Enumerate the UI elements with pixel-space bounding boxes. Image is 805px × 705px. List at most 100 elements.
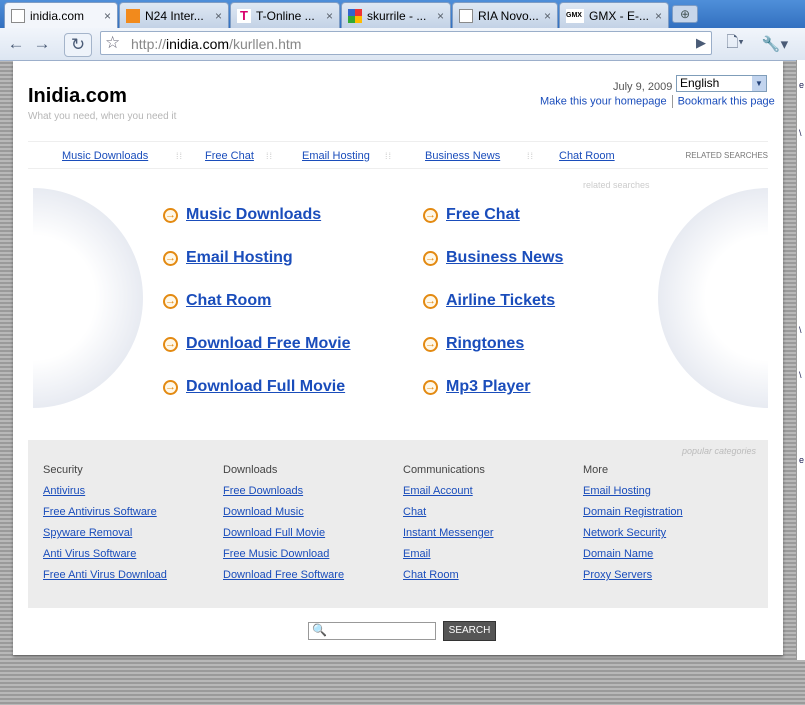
related-link[interactable]: Music Downloads bbox=[62, 150, 148, 162]
tab-skurrile[interactable]: skurrile - ... × bbox=[341, 2, 451, 28]
related-search-item[interactable]: → Ringtones bbox=[423, 335, 524, 353]
related-search-link[interactable]: Ringtones bbox=[446, 335, 524, 353]
category-link[interactable]: Download Full Movie bbox=[223, 527, 344, 539]
related-search-link[interactable]: Mp3 Player bbox=[446, 378, 530, 396]
url-host: inidia.com bbox=[166, 36, 230, 52]
url-path: /kurllen.htm bbox=[229, 36, 302, 52]
related-search-item[interactable]: → Free Chat bbox=[423, 206, 520, 224]
address-bar[interactable]: ☆ http://inidia.com/kurllen.htm ▶ bbox=[100, 31, 712, 55]
category-link[interactable]: Download Music bbox=[223, 506, 344, 518]
play-icon[interactable]: ▶ bbox=[696, 35, 706, 51]
tab-ria-novosti[interactable]: RIA Novo... × bbox=[452, 2, 558, 28]
related-search-link[interactable]: Business News bbox=[446, 249, 563, 267]
tab-inidia[interactable]: inidia.com × bbox=[4, 2, 118, 29]
category-link[interactable]: Domain Name bbox=[583, 548, 683, 560]
close-icon[interactable]: × bbox=[655, 9, 662, 23]
related-search-link[interactable]: Download Free Movie bbox=[186, 335, 350, 353]
reload-icon: ↻ bbox=[70, 35, 86, 54]
close-icon[interactable]: × bbox=[104, 9, 111, 23]
related-searches-bar: Music Downloads ⁞⁞ Free Chat ⁞⁞ Email Ho… bbox=[28, 145, 768, 167]
edge-mark: e bbox=[799, 80, 805, 90]
tab-gmx[interactable]: GMX GMX - E-... × bbox=[559, 2, 669, 28]
category-link[interactable]: Chat Room bbox=[403, 569, 494, 581]
reload-button[interactable]: ↻ bbox=[64, 33, 92, 57]
popular-categories: popular categories Security Antivirus Fr… bbox=[28, 440, 768, 608]
related-search-link[interactable]: Music Downloads bbox=[186, 206, 321, 224]
back-button[interactable]: ← bbox=[5, 33, 27, 55]
category-link[interactable]: Spyware Removal bbox=[43, 527, 167, 539]
arrow-right-icon: → bbox=[33, 34, 51, 53]
date-label: July 9, 2009 bbox=[613, 81, 673, 93]
related-search-item[interactable]: → Business News bbox=[423, 249, 563, 267]
arrow-right-circle-icon: → bbox=[163, 379, 178, 395]
related-search-item[interactable]: → Email Hosting bbox=[163, 249, 293, 267]
category-link[interactable]: Free Downloads bbox=[223, 485, 344, 497]
popular-categories-label: popular categories bbox=[681, 446, 756, 456]
category-link[interactable]: Antivirus bbox=[43, 485, 167, 497]
close-icon[interactable]: × bbox=[437, 9, 444, 23]
edge-mark: \ bbox=[799, 370, 802, 380]
related-search-link[interactable]: Free Chat bbox=[446, 206, 520, 224]
arrow-right-circle-icon: → bbox=[163, 250, 178, 266]
star-icon[interactable]: ☆ bbox=[105, 33, 120, 53]
page-menu-icon: 🗋▾ bbox=[726, 33, 744, 51]
tab-t-online[interactable]: T T-Online ... × bbox=[230, 2, 340, 28]
related-link[interactable]: Chat Room bbox=[559, 150, 615, 162]
close-icon[interactable]: × bbox=[215, 9, 222, 23]
search-icon: 🔍 bbox=[312, 623, 327, 637]
forward-button[interactable]: → bbox=[31, 33, 53, 55]
tab-title: inidia.com bbox=[30, 9, 85, 23]
tab-title: RIA Novo... bbox=[478, 8, 539, 23]
category-link[interactable]: Proxy Servers bbox=[583, 569, 683, 581]
close-icon[interactable]: × bbox=[326, 9, 333, 23]
related-search-link[interactable]: Airline Tickets bbox=[446, 292, 555, 310]
bookmark-link[interactable]: Bookmark this page bbox=[678, 95, 775, 107]
divider bbox=[28, 141, 768, 142]
language-select[interactable]: English ▼ bbox=[676, 75, 767, 92]
related-search-link[interactable]: Email Hosting bbox=[186, 249, 293, 267]
tab-n24[interactable]: N24 Inter... × bbox=[119, 2, 229, 28]
related-search-item[interactable]: → Chat Room bbox=[163, 292, 271, 310]
site-logo[interactable]: Inidia.com bbox=[28, 85, 127, 108]
category-link[interactable]: Download Free Software bbox=[223, 569, 344, 581]
search-input[interactable]: 🔍 bbox=[308, 622, 436, 640]
related-link[interactable]: Business News bbox=[425, 150, 500, 162]
category-link[interactable]: Network Security bbox=[583, 527, 683, 539]
search-button[interactable]: SEARCH bbox=[443, 621, 496, 641]
related-search-item[interactable]: → Download Free Movie bbox=[163, 335, 350, 353]
page-icon bbox=[11, 9, 25, 23]
category-link[interactable]: Free Antivirus Software bbox=[43, 506, 167, 518]
page-menu-button[interactable]: 🗋▾ bbox=[721, 33, 749, 55]
category-link[interactable]: Email Hosting bbox=[583, 485, 683, 497]
related-link[interactable]: Email Hosting bbox=[302, 150, 370, 162]
related-search-item[interactable]: → Mp3 Player bbox=[423, 378, 530, 396]
arrow-right-circle-icon: → bbox=[163, 293, 178, 309]
wrench-icon: 🔧▾ bbox=[761, 36, 789, 53]
decorative-curve bbox=[33, 188, 143, 408]
category-link[interactable]: Email Account bbox=[403, 485, 494, 497]
related-search-link[interactable]: Chat Room bbox=[186, 292, 271, 310]
decorative-curve bbox=[658, 188, 768, 408]
category-link[interactable]: Instant Messenger bbox=[403, 527, 494, 539]
category-link[interactable]: Email bbox=[403, 548, 494, 560]
category-heading: More bbox=[583, 464, 609, 476]
category-link[interactable]: Domain Registration bbox=[583, 506, 683, 518]
close-icon[interactable]: × bbox=[544, 9, 551, 23]
arrow-right-circle-icon: → bbox=[423, 207, 438, 223]
related-search-link[interactable]: Download Full Movie bbox=[186, 378, 345, 396]
category-link[interactable]: Anti Virus Software bbox=[43, 548, 167, 560]
category-column: More Email Hosting Domain Registration N… bbox=[583, 464, 683, 590]
category-link[interactable]: Free Anti Virus Download bbox=[43, 569, 167, 581]
tools-menu-button[interactable]: 🔧▾ bbox=[758, 33, 792, 55]
related-search-item[interactable]: → Airline Tickets bbox=[423, 292, 555, 310]
desktop-window-edge: e \ \ \ e bbox=[796, 60, 805, 660]
top-links: Make this your homepage Bookmark this pag… bbox=[540, 95, 775, 108]
page-icon bbox=[459, 8, 473, 23]
related-search-item[interactable]: → Music Downloads bbox=[163, 206, 321, 224]
category-link[interactable]: Chat bbox=[403, 506, 494, 518]
related-link[interactable]: Free Chat bbox=[205, 150, 254, 162]
make-homepage-link[interactable]: Make this your homepage bbox=[540, 95, 667, 107]
category-link[interactable]: Free Music Download bbox=[223, 548, 344, 560]
new-tab-button[interactable]: ⊕ bbox=[672, 5, 698, 23]
related-search-item[interactable]: → Download Full Movie bbox=[163, 378, 345, 396]
